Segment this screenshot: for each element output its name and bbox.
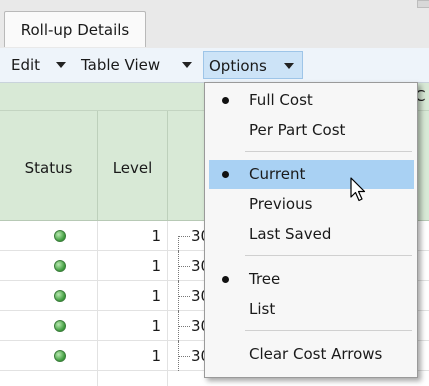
menu-item-per-part-cost[interactable]: Per Part Cost <box>209 116 414 145</box>
table-view-menu[interactable]: Table View <box>76 51 200 79</box>
menu-bar: Edit Table View Options <box>0 48 429 83</box>
chevron-down-icon <box>56 62 66 68</box>
tree-cell: 30 <box>168 221 210 251</box>
level-cell: 1 <box>98 281 168 311</box>
menu-item-last-saved[interactable]: Last Saved <box>209 220 414 249</box>
status-cell <box>0 221 98 251</box>
status-ok-icon <box>54 320 66 332</box>
tab-strip-edge <box>417 0 429 8</box>
menu-item-clear-cost-arrows[interactable]: Clear Cost Arrows <box>209 340 414 369</box>
edit-menu-label: Edit <box>11 56 41 74</box>
tab-strip: Roll-up Details <box>0 0 429 49</box>
menu-item-label: List <box>249 300 276 318</box>
chevron-down-icon <box>284 63 294 69</box>
status-ok-icon <box>54 260 66 272</box>
column-header-level[interactable]: Level <box>98 111 168 220</box>
status-cell <box>0 371 98 386</box>
column-header-status[interactable]: Status <box>0 111 98 220</box>
menu-item-list[interactable]: List <box>209 295 414 324</box>
status-cell <box>0 341 98 371</box>
status-cell <box>0 281 98 311</box>
options-menu[interactable]: Options <box>203 51 303 79</box>
tree-cell: 30 <box>168 341 210 371</box>
menu-item-previous[interactable]: Previous <box>209 190 414 219</box>
options-menu-label: Options <box>209 57 267 75</box>
status-ok-icon <box>54 230 66 242</box>
level-cell: 1 <box>98 221 168 251</box>
menu-item-label: Tree <box>249 270 281 288</box>
tab-rollup-details[interactable]: Roll-up Details <box>4 11 146 47</box>
menu-separator <box>245 255 412 256</box>
menu-item-label: Clear Cost Arrows <box>249 345 383 363</box>
table-view-menu-label: Table View <box>81 56 161 74</box>
radio-selected-icon <box>222 171 229 178</box>
level-cell <box>98 371 168 386</box>
menu-item-label: Current <box>249 165 306 183</box>
level-cell: 1 <box>98 311 168 341</box>
status-ok-icon <box>54 350 66 362</box>
menu-item-full-cost[interactable]: Full Cost <box>209 86 414 115</box>
status-cell <box>0 251 98 281</box>
radio-selected-icon <box>222 276 229 283</box>
tree-cell: 30 <box>168 251 210 281</box>
level-cell: 1 <box>98 251 168 281</box>
menu-item-label: Per Part Cost <box>249 121 346 139</box>
menu-item-label: Full Cost <box>249 91 313 109</box>
tree-cell: 30 <box>168 311 210 341</box>
menu-item-label: Previous <box>249 195 313 213</box>
mouse-pointer-icon <box>350 177 366 202</box>
chevron-down-icon <box>182 62 192 68</box>
menu-separator <box>245 330 412 331</box>
tree-cell: 30 <box>168 281 210 311</box>
edit-menu[interactable]: Edit <box>6 51 72 79</box>
options-dropdown-menu: Full Cost Per Part Cost Current Previous… <box>204 82 418 378</box>
status-cell <box>0 311 98 341</box>
menu-item-current[interactable]: Current <box>209 160 414 189</box>
status-ok-icon <box>54 290 66 302</box>
radio-selected-icon <box>222 97 229 104</box>
level-cell: 1 <box>98 341 168 371</box>
menu-item-label: Last Saved <box>249 225 332 243</box>
menu-separator <box>245 151 412 152</box>
menu-item-tree[interactable]: Tree <box>209 265 414 294</box>
